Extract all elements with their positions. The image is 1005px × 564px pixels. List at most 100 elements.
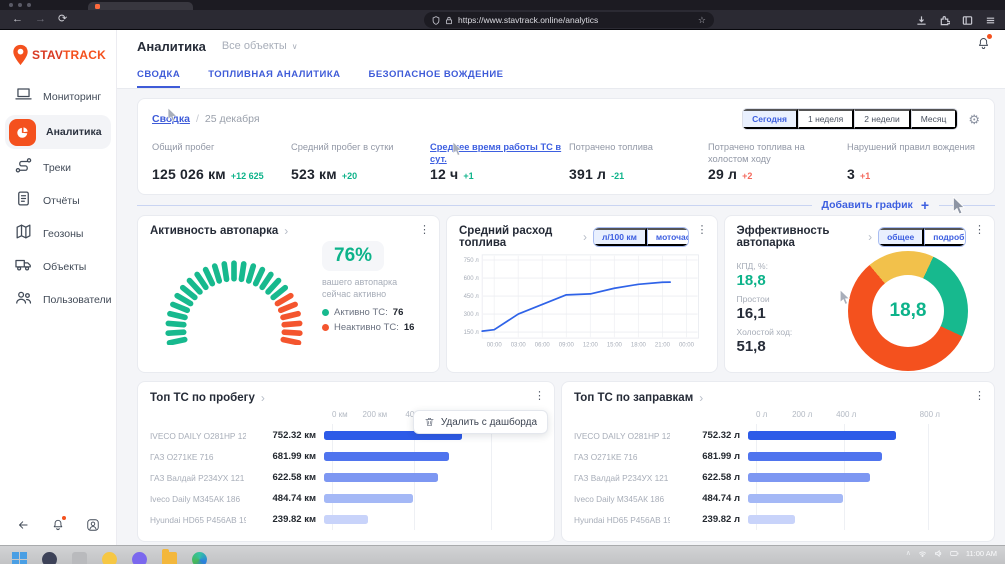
- bar-fill: [748, 515, 795, 524]
- bar-value: 752.32 км: [246, 430, 324, 441]
- svg-text:300 л: 300 л: [464, 312, 480, 318]
- reload-button[interactable]: [58, 14, 67, 25]
- chevron-right-icon[interactable]: [699, 392, 703, 404]
- kebab-menu-icon[interactable]: [534, 391, 545, 402]
- legend-label: Активно ТС:: [334, 307, 388, 318]
- header-bell-icon[interactable]: [976, 36, 991, 56]
- tray-chevron-icon[interactable]: [906, 550, 911, 557]
- url-text[interactable]: https://www.stavtrack.online/analytics: [458, 15, 598, 25]
- gauge-legend: Активно ТС:76Неактивно ТС:16: [322, 307, 427, 333]
- metric-label: Потрачено топлива: [569, 141, 702, 166]
- sidebar-item-label: Геозоны: [43, 228, 83, 240]
- period-button[interactable]: Сегодня: [743, 109, 798, 129]
- sidebar-item-geozones[interactable]: Геозоны: [0, 217, 116, 250]
- notifications-bell-icon[interactable]: [51, 518, 65, 537]
- fuel-units-toggle: л/100 кммоточасы: [593, 227, 688, 247]
- card-title: Активность автопарка: [150, 225, 278, 237]
- sidebar-item-objects[interactable]: Объекты: [0, 250, 116, 283]
- bar-row: ГАЗ Валдай Р234УХ 121622.58 л: [574, 467, 976, 488]
- bar-value: 752.32 л: [670, 430, 748, 441]
- svg-text:750 л: 750 л: [464, 258, 480, 264]
- metric-delta: +12 625: [231, 171, 264, 181]
- stavtrack-logo[interactable]: STAVTRACK: [0, 30, 116, 74]
- taskbar-app-icon[interactable]: [132, 552, 147, 564]
- taskbar-windows-icon[interactable]: [12, 552, 27, 564]
- toggle-button[interactable]: л/100 км: [594, 228, 647, 246]
- url-bar[interactable]: https://www.stavtrack.online/analytics: [424, 12, 714, 28]
- delete-from-dashboard-menu-item[interactable]: Удалить с дашборда: [413, 410, 548, 434]
- forward-button[interactable]: [35, 14, 46, 25]
- settings-gear-icon[interactable]: [968, 113, 980, 126]
- downloads-icon[interactable]: [916, 15, 927, 26]
- browser-tab[interactable]: [88, 2, 193, 10]
- chevron-right-icon[interactable]: [583, 231, 587, 243]
- plus-icon[interactable]: [921, 198, 929, 212]
- period-selector: Сегодня1 неделя2 неделиМесяц: [742, 108, 958, 130]
- sidebar-panel-icon[interactable]: [962, 15, 973, 26]
- chevron-right-icon[interactable]: [284, 225, 288, 237]
- kebab-menu-icon[interactable]: [697, 225, 708, 236]
- chevron-right-icon[interactable]: [868, 231, 872, 243]
- fleet-activity-card: Активность автопарка 76% вашего автопарк…: [137, 215, 440, 373]
- sidebar-item-label: Мониторинг: [43, 91, 101, 103]
- period-button[interactable]: 2 недели: [854, 109, 910, 129]
- period-button[interactable]: Месяц: [911, 109, 958, 129]
- tab-fuel-analytics[interactable]: ТОПЛИВНАЯ АНАЛИТИКА: [208, 62, 340, 88]
- collapse-sidebar-icon[interactable]: [16, 518, 30, 537]
- metric-label: Средний пробег в сутки: [291, 141, 424, 166]
- sidebar-item-label: Объекты: [43, 261, 86, 273]
- taskbar-app-icon[interactable]: [72, 552, 87, 564]
- kebab-menu-icon[interactable]: [974, 391, 985, 402]
- legend-value: 16: [404, 322, 415, 333]
- sidebar-item-analytics[interactable]: Аналитика: [5, 115, 111, 149]
- add-chart-button[interactable]: Добавить график: [822, 199, 913, 211]
- period-button[interactable]: 1 неделя: [798, 109, 854, 129]
- volume-icon: [934, 549, 943, 558]
- sidebar-nav: Мониторинг Аналитика Треки Отчёты Геозоны Объ…: [0, 80, 116, 316]
- sidebar-item-monitor[interactable]: Мониторинг: [0, 80, 116, 113]
- shield-icon[interactable]: [432, 16, 440, 25]
- taskbar-app-icon[interactable]: [42, 552, 57, 564]
- window-controls[interactable]: [9, 3, 31, 7]
- sidebar-item-tracks[interactable]: Треки: [0, 151, 116, 184]
- taskbar-browser-icon[interactable]: [192, 552, 207, 564]
- toggle-button[interactable]: подробно: [924, 228, 966, 246]
- stat-label: КПД, %:: [737, 261, 793, 271]
- account-icon[interactable]: [86, 518, 100, 537]
- extensions-icon[interactable]: [939, 15, 950, 26]
- bar-row: Hyundai HD65 Р456АВ 197239.82 км: [150, 509, 536, 530]
- toggle-button[interactable]: общее: [879, 228, 924, 246]
- taskbar-folder-icon[interactable]: [162, 552, 177, 564]
- svg-text:06:00: 06:00: [535, 343, 551, 349]
- axis-tick-label: 200 л: [792, 410, 812, 419]
- main-area: Аналитика Все объекты СВОДКАТОПЛИВНАЯ АН…: [117, 30, 1005, 545]
- kebab-menu-icon[interactable]: [419, 225, 430, 236]
- sidebar-item-label: Треки: [43, 162, 71, 174]
- sidebar-item-reports[interactable]: Отчёты: [0, 184, 116, 217]
- bar-value: 681.99 л: [670, 451, 748, 462]
- objects-filter-dropdown[interactable]: Все объекты: [222, 40, 298, 52]
- objects-icon: [14, 255, 33, 279]
- kebab-menu-icon[interactable]: [974, 225, 985, 236]
- metric-label-link[interactable]: Среднее время работы ТС в сут.: [430, 141, 563, 166]
- metric-label: Общий пробег: [152, 141, 285, 166]
- bar-fill: [748, 452, 882, 461]
- toggle-button[interactable]: моточасы: [647, 228, 689, 246]
- stat-value: 51,8: [737, 338, 793, 355]
- efficiency-stats: КПД, %:18,8Простои16,1Холостой ход:51,8: [737, 261, 793, 371]
- summary-title-link[interactable]: Сводка: [152, 113, 190, 125]
- svg-text:600 л: 600 л: [464, 276, 480, 282]
- card-title: Эффективность автопарка: [737, 225, 863, 249]
- chevron-right-icon[interactable]: [261, 392, 265, 404]
- axis-tick-label: 400 л: [836, 410, 856, 419]
- bar-row: ГАЗ О271КЕ 716681.99 л: [574, 446, 976, 467]
- menu-icon[interactable]: [985, 15, 996, 26]
- tab-safe-driving[interactable]: БЕЗОПАСНОЕ ВОЖДЕНИЕ: [369, 62, 504, 88]
- back-button[interactable]: [12, 14, 23, 25]
- legend-dot: [322, 324, 329, 331]
- taskbar-app-icon[interactable]: [102, 552, 117, 564]
- vehicle-name: ГАЗ О271КЕ 716: [574, 452, 670, 462]
- sidebar-item-users[interactable]: Пользователи: [0, 283, 116, 316]
- tab-summary[interactable]: СВОДКА: [137, 62, 180, 88]
- bookmark-star-icon[interactable]: [698, 16, 706, 25]
